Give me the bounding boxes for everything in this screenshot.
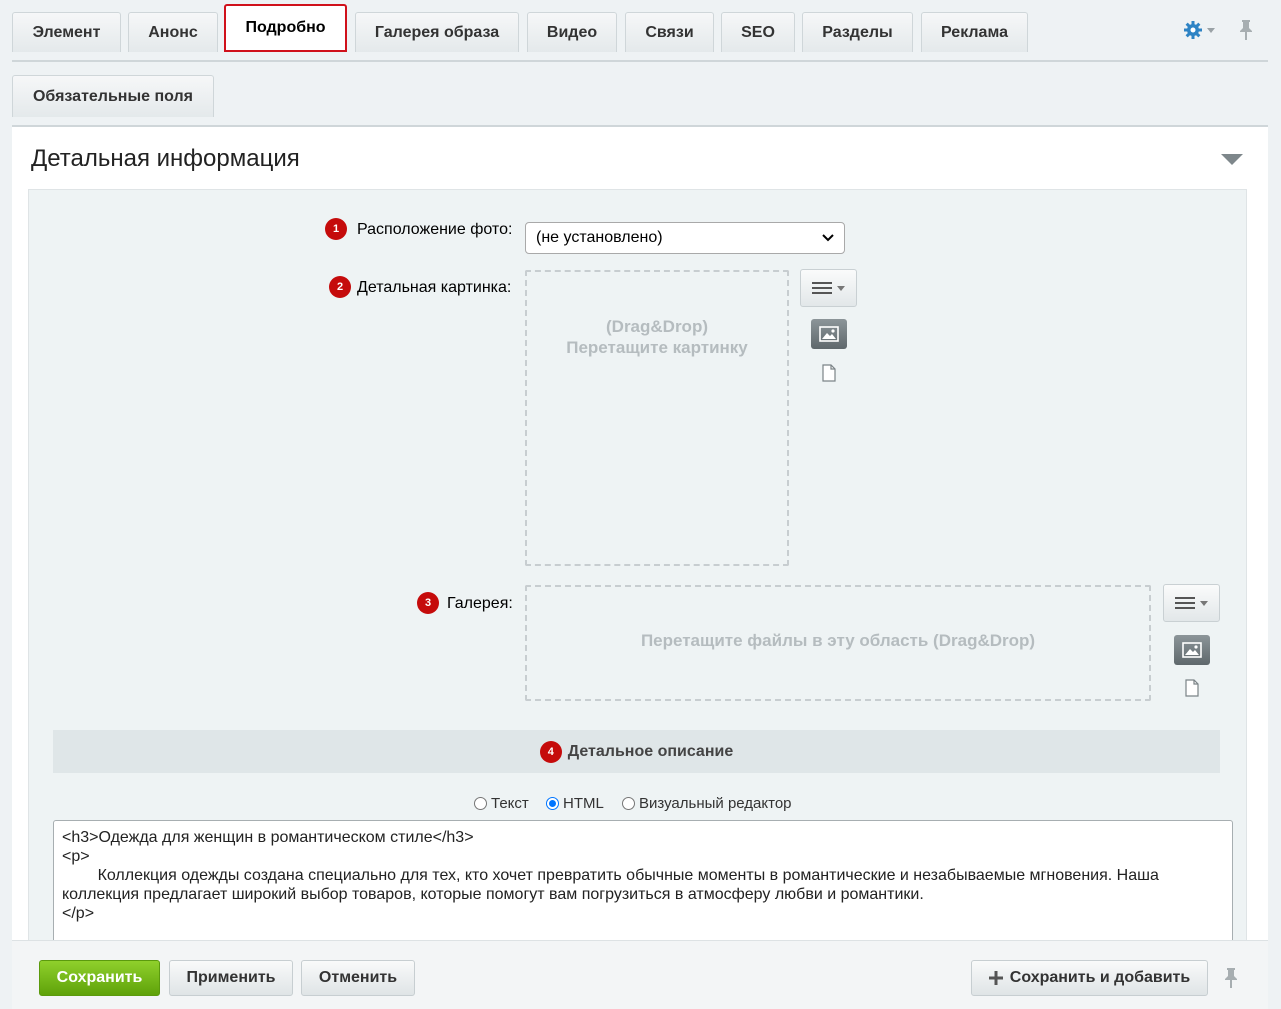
photo-position-label: Расположение фото: bbox=[357, 221, 513, 238]
gallery-image-button[interactable] bbox=[1174, 635, 1210, 665]
cancel-button[interactable]: Отменить bbox=[301, 960, 415, 996]
mode-visual-option[interactable]: Визуальный редактор bbox=[622, 795, 792, 812]
tab-sections[interactable]: Разделы bbox=[802, 12, 913, 52]
chevron-down-icon bbox=[1200, 600, 1208, 606]
marker-3: 3 bbox=[417, 592, 439, 614]
tab-links[interactable]: Связи bbox=[625, 12, 714, 52]
footer-pin-icon[interactable] bbox=[1223, 967, 1239, 989]
detail-picture-dropzone[interactable]: (Drag&Drop) Перетащите картинку bbox=[525, 270, 789, 566]
photo-position-select[interactable]: (не установлено) bbox=[525, 222, 845, 254]
marker-1: 1 bbox=[325, 218, 347, 240]
apply-button[interactable]: Применить bbox=[169, 960, 293, 996]
save-button[interactable]: Сохранить bbox=[39, 960, 160, 996]
file-icon[interactable] bbox=[1185, 679, 1199, 697]
tab-seo[interactable]: SEO bbox=[721, 12, 795, 52]
panel-title: Детальная информация bbox=[31, 145, 300, 172]
mode-text-option[interactable]: Текст bbox=[474, 795, 529, 812]
tab-required-fields[interactable]: Обязательные поля bbox=[12, 75, 214, 117]
tab-podrobno[interactable]: Подробно bbox=[224, 4, 347, 52]
tab-gallery[interactable]: Галерея образа bbox=[355, 12, 519, 52]
tab-element[interactable]: Элемент bbox=[12, 12, 121, 52]
triangle-down-icon bbox=[1221, 154, 1243, 165]
mode-html-option[interactable]: HTML bbox=[546, 795, 604, 812]
image-icon bbox=[1182, 642, 1202, 658]
mode-html-radio[interactable] bbox=[546, 797, 559, 810]
detail-picture-label: Детальная картинка: bbox=[357, 279, 512, 296]
tab-video[interactable]: Видео bbox=[527, 12, 617, 52]
mode-text-radio[interactable] bbox=[474, 797, 487, 810]
marker-2: 2 bbox=[329, 276, 351, 298]
detail-picture-menu-button[interactable] bbox=[800, 269, 857, 307]
file-icon[interactable] bbox=[822, 364, 836, 382]
gear-icon bbox=[1184, 21, 1202, 39]
gallery-menu-button[interactable] bbox=[1163, 584, 1220, 622]
marker-4: 4 bbox=[539, 740, 562, 763]
detail-picture-image-button[interactable] bbox=[811, 319, 847, 349]
gallery-label: Галерея: bbox=[447, 595, 513, 612]
photo-position-value: (не установлено) bbox=[536, 229, 663, 246]
chevron-down-icon bbox=[822, 234, 834, 242]
pin-icon[interactable] bbox=[1238, 19, 1254, 41]
menu-icon bbox=[812, 282, 832, 294]
save-and-add-button[interactable]: Сохранить и добавить bbox=[971, 960, 1208, 996]
mode-visual-radio[interactable] bbox=[622, 797, 635, 810]
tab-anons[interactable]: Анонс bbox=[128, 12, 218, 52]
description-section-title: Детальное описание bbox=[567, 742, 734, 760]
menu-icon bbox=[1175, 597, 1195, 609]
settings-button[interactable] bbox=[1183, 19, 1219, 41]
tab-ads[interactable]: Реклама bbox=[921, 12, 1028, 52]
tab-divider bbox=[12, 60, 1268, 62]
chevron-down-icon bbox=[1207, 27, 1215, 33]
plus-icon bbox=[988, 971, 1003, 985]
gallery-dropzone[interactable]: Перетащите файлы в эту область (Drag&Dro… bbox=[525, 585, 1151, 701]
image-icon bbox=[819, 326, 839, 342]
description-section-header: 4 Детальное описание bbox=[53, 730, 1220, 773]
description-editor[interactable]: <h3>Одежда для женщин в романтическом ст… bbox=[53, 820, 1233, 950]
chevron-down-icon bbox=[837, 285, 845, 291]
collapse-toggle[interactable] bbox=[1221, 153, 1243, 171]
